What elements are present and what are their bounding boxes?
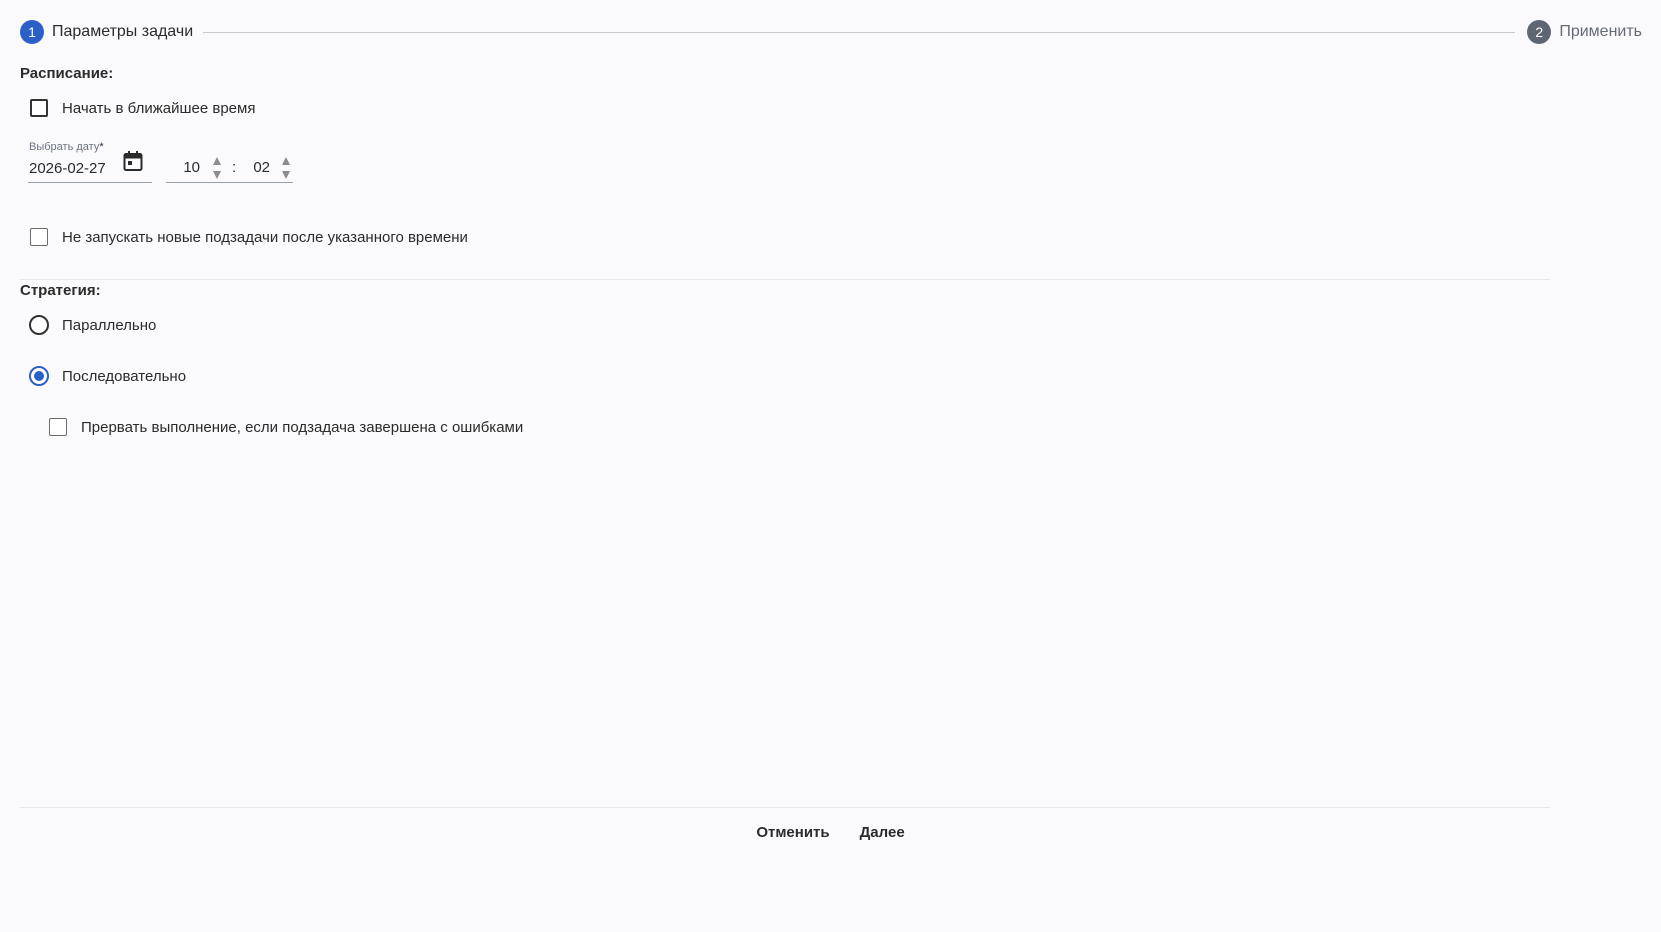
date-field-label: Выбрать дату*: [29, 141, 104, 153]
stepper: 1 Параметры задачи 2 Применить: [20, 18, 1642, 46]
minutes-increment-icon[interactable]: [282, 157, 290, 165]
step-1-label: Параметры задачи: [52, 23, 194, 40]
abort-on-error-label: Прервать выполнение, если подзадача заве…: [81, 418, 524, 436]
start-asap-label: Начать в ближайшее время: [62, 99, 256, 117]
hours-decrement-icon[interactable]: [213, 171, 221, 179]
next-button[interactable]: Далее: [860, 820, 905, 845]
footer-divider: [20, 807, 1550, 808]
footer-actions: Отменить Далее: [0, 820, 1661, 845]
radio-selected-dot: [34, 371, 44, 381]
schedule-title: Расписание:: [20, 65, 114, 82]
no-new-subtasks-label: Не запускать новые подзадачи после указа…: [62, 228, 468, 246]
no-new-subtasks-option[interactable]: Не запускать новые подзадачи после указа…: [30, 225, 468, 249]
step-2-number: 2: [1527, 20, 1552, 44]
date-input[interactable]: 2026-02-27: [29, 160, 106, 177]
time-picker: 10 : 02: [166, 152, 293, 183]
parallel-label: Параллельно: [62, 316, 157, 334]
step-2-label: Применить: [1559, 23, 1642, 40]
abort-on-error-option[interactable]: Прервать выполнение, если подзадача заве…: [49, 415, 523, 439]
minutes-input[interactable]: 02: [236, 159, 270, 176]
calendar-icon[interactable]: [123, 150, 143, 172]
hours-spinner[interactable]: [212, 157, 222, 179]
sequential-label: Последовательно: [62, 367, 187, 385]
strategy-title: Стратегия:: [20, 282, 101, 299]
required-mark: *: [99, 141, 104, 153]
hours-increment-icon[interactable]: [213, 157, 221, 165]
minutes-spinner[interactable]: [281, 157, 291, 179]
section-divider: [20, 279, 1550, 280]
abort-on-error-checkbox[interactable]: [49, 418, 67, 436]
date-picker-field[interactable]: Выбрать дату* 2026-02-27: [28, 140, 152, 183]
start-asap-checkbox[interactable]: [30, 99, 48, 117]
parallel-option[interactable]: Параллельно: [29, 313, 156, 337]
step-1-number: 1: [20, 20, 44, 44]
step-2[interactable]: 2 Применить: [1527, 20, 1642, 44]
cancel-button[interactable]: Отменить: [756, 820, 829, 845]
sequential-option[interactable]: Последовательно: [29, 364, 186, 388]
sequential-radio[interactable]: [29, 366, 49, 386]
parallel-radio[interactable]: [29, 315, 49, 335]
step-1[interactable]: 1 Параметры задачи: [20, 20, 193, 44]
stepper-connector: [203, 31, 1516, 33]
date-label-text: Выбрать дату: [29, 141, 100, 153]
hours-input[interactable]: 10: [166, 159, 200, 176]
start-asap-option[interactable]: Начать в ближайшее время: [30, 96, 255, 120]
minutes-decrement-icon[interactable]: [282, 171, 290, 179]
no-new-subtasks-checkbox[interactable]: [30, 228, 48, 246]
